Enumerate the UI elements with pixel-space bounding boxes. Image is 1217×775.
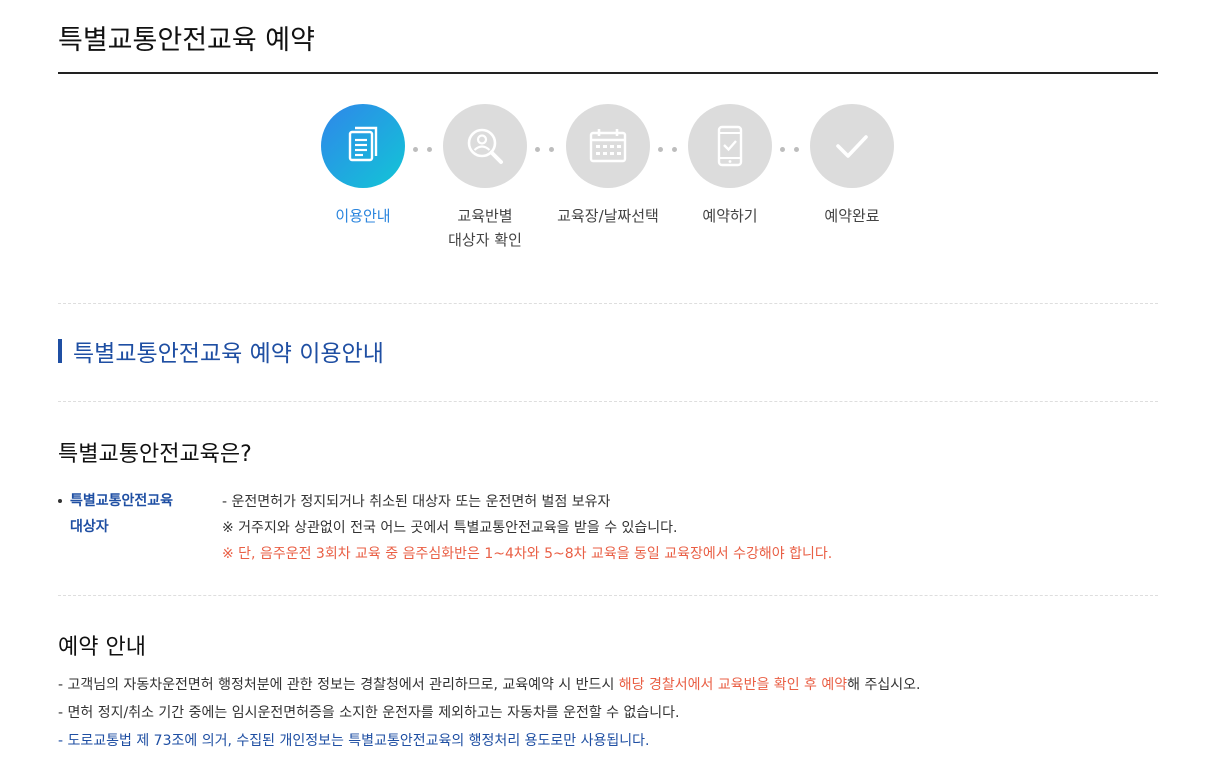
divider [58,595,1158,596]
step-4-label: 예약하기 [702,207,758,225]
calendar-icon [589,129,627,163]
notice-line-1-highlight: 해당 경찰서에서 교육반을 확인 후 예약 [618,677,848,693]
divider [58,303,1158,304]
notice-line-1-pre: - 고객님의 자동차운전면허 행정처분에 관한 정보는 경찰청에서 관리하므로,… [58,677,619,693]
section-title: 특별교통안전교육 예약 이용안내 [58,337,384,367]
step-3-label: 교육장/날짜선택 [557,207,659,225]
step-5-label: 예약완료 [824,207,880,225]
step-connector [410,147,438,153]
step-2-label: 교육반별 대상자 확인 [448,207,522,249]
notice-line-1-post: 해 주십시오. [847,677,921,693]
target-line-1: - 운전면허가 정지되거나 취소된 대상자 또는 운전면허 벌점 보유자 [222,494,611,510]
notice-line-3: - 도로교통법 제 73조에 의거, 수집된 개인정보는 특별교통안전교육의 행… [58,733,650,749]
step-1-label: 이용안내 [335,207,391,225]
bullet-icon [58,499,62,503]
step-3-circle[interactable] [566,104,650,188]
checkmark-icon [836,135,868,158]
section-bar [58,339,62,363]
about-heading: 특별교통안전교육은? [58,442,252,467]
title-divider [58,72,1158,74]
target-line-2: ※ 거주지와 상관없이 전국 어느 곳에서 특별교통안전교육을 받을 수 있습니… [222,520,678,536]
step-1-circle[interactable] [321,104,405,188]
step-connector [655,147,683,153]
step-connector [777,147,805,153]
step-2-circle[interactable] [443,104,527,188]
divider [58,401,1158,402]
step-connector [532,147,560,153]
reservation-heading: 예약 안내 [58,635,146,660]
step-5-circle[interactable] [810,104,894,188]
mobile-check-icon [717,125,743,167]
page-title: 특별교통안전교육 예약 [58,25,315,56]
notice-line-2: - 면허 정지/취소 기간 중에는 임시운전면허증을 소지한 운전자를 제외하고… [58,705,680,721]
step-4-circle[interactable] [688,104,772,188]
search-person-icon [467,128,503,164]
document-icon [348,126,378,162]
target-line-3: ※ 단, 음주운전 3회차 교육 중 음주심화반은 1~4차와 5~8차 교육을… [222,546,833,562]
section-title-text: 특별교통안전교육 예약 이용안내 [73,341,384,367]
target-label: 특별교통안전교육 대상자 [70,493,174,535]
notice-line-1: - 고객님의 자동차운전면허 행정처분에 관한 정보는 경찰청에서 관리하므로,… [58,674,920,694]
